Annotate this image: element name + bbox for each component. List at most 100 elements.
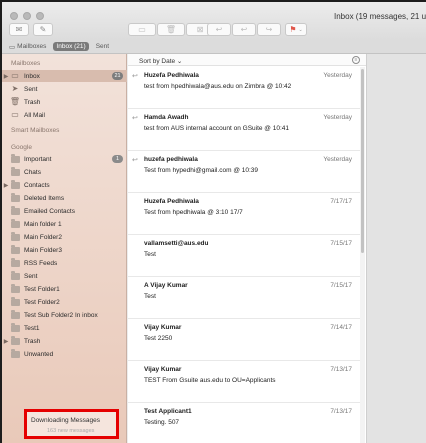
- sidebar-item-label: Unwanted: [24, 350, 54, 358]
- folder-icon: [10, 323, 20, 332]
- section-smart-mailboxes: Smart Mailboxes: [11, 127, 60, 134]
- message-sender: vallamsetti@aus.edu: [144, 240, 209, 247]
- sidebar-item-google-folder[interactable]: Main folder 1: [2, 218, 127, 230]
- favorite-inbox[interactable]: Inbox (21): [53, 42, 89, 51]
- sidebar-item-label: Main Folder2: [24, 233, 62, 241]
- message-list: Sort by Date ⌄ ≡ ↩ Huzefa Pedhiwala Yester…: [128, 54, 366, 443]
- favorite-mailboxes[interactable]: ▭ Mailboxes: [6, 42, 49, 52]
- unread-badge: 21: [112, 72, 123, 80]
- message-row[interactable]: ↩ Huzefa Pedhiwala Yesterday test from hped…: [128, 67, 360, 109]
- replied-icon: ↩: [132, 157, 138, 164]
- scrollbar-thumb[interactable]: [361, 69, 364, 253]
- sidebar-item-trash[interactable]: 🗑 Trash: [2, 96, 127, 108]
- sidebar-item-sent[interactable]: ➤ Sent: [2, 83, 127, 95]
- folder-icon: [10, 310, 20, 319]
- message-row[interactable]: Huzefa Pedhiwala 7/17/17 Test from hpedhiw…: [128, 193, 360, 235]
- message-subject: Test 2250: [144, 335, 173, 342]
- reply-icon: ↩: [215, 25, 223, 34]
- minimize-window-button[interactable]: [23, 12, 31, 20]
- disclosure-triangle-icon[interactable]: ▶: [2, 73, 10, 80]
- message-sender: Huzefa Pedhiwala: [144, 198, 199, 205]
- filter-icon[interactable]: ≡: [352, 56, 360, 64]
- delete-button[interactable]: 🗑: [157, 23, 185, 36]
- compose-icon: ✎: [39, 25, 47, 34]
- forward-button[interactable]: ↪: [257, 23, 281, 36]
- folder-icon: [10, 349, 20, 358]
- folder-icon: [10, 154, 20, 163]
- message-date: Yesterday: [323, 114, 352, 121]
- sidebar-item-google-folder[interactable]: Test1: [2, 322, 127, 334]
- zoom-window-button[interactable]: [36, 12, 44, 20]
- sidebar-item-label: Emailed Contacts: [24, 207, 75, 215]
- message-row[interactable]: vallamsetti@aus.edu 7/15/17 Test: [128, 235, 360, 277]
- message-subject: TEST From Gsuite aus.edu to OU=Applicant…: [144, 377, 276, 384]
- activity-title: Downloading Messages: [31, 417, 101, 424]
- all-mail-icon: ▭: [11, 110, 19, 119]
- get-mail-icon: ✉: [15, 25, 23, 34]
- sidebar: Mailboxes ▶ ▭ Inbox 21 ➤ Sent 🗑 Trash ▭ …: [2, 54, 127, 443]
- inbox-icon: ▭: [11, 71, 19, 80]
- sidebar-item-google-folder[interactable]: Test Sub Folder2 In inbox: [2, 309, 127, 321]
- folder-icon: [10, 258, 20, 267]
- sidebar-item-inbox[interactable]: ▶ ▭ Inbox 21: [2, 70, 127, 82]
- get-mail-button[interactable]: ✉: [9, 23, 29, 36]
- archive-icon: ▭: [138, 25, 146, 34]
- chevron-down-icon: ⌄: [298, 26, 303, 33]
- message-row[interactable]: Vijay Kumar 7/13/17 TEST From Gsuite aus.e…: [128, 361, 360, 403]
- close-window-button[interactable]: [10, 12, 18, 20]
- sidebar-item-all-mail[interactable]: ▭ All Mail: [2, 109, 127, 121]
- message-subject: Testing. 507: [144, 419, 180, 426]
- activity-status[interactable]: Downloading Messages 163 new messages: [24, 409, 119, 439]
- archive-button[interactable]: ▭: [128, 23, 156, 36]
- disclosure-triangle-icon[interactable]: ▶: [2, 182, 10, 189]
- sidebar-item-label: Main Folder3: [24, 246, 62, 254]
- message-subject: test from AUS internal account on GSuite…: [144, 125, 289, 132]
- sidebar-item-label: Test Sub Folder2 In inbox: [24, 311, 98, 319]
- compose-button[interactable]: ✎: [33, 23, 53, 36]
- sidebar-item-label: Main folder 1: [24, 220, 62, 228]
- sent-icon: ➤: [11, 84, 19, 93]
- reply-all-button[interactable]: ↩: [232, 23, 256, 36]
- sidebar-item-google-folder[interactable]: ▶ Contacts: [2, 179, 127, 191]
- message-row[interactable]: A Vijay Kumar 7/15/17 Test: [128, 277, 360, 319]
- message-date: 7/14/17: [330, 324, 352, 331]
- sort-by-date-button[interactable]: Sort by Date ⌄: [139, 57, 182, 65]
- message-viewer: [366, 54, 426, 443]
- sidebar-item-google-folder[interactable]: Main Folder3: [2, 244, 127, 256]
- sort-bar: Sort by Date ⌄ ≡: [128, 54, 366, 66]
- message-date: Yesterday: [323, 72, 352, 79]
- sidebar-item-google-folder[interactable]: Test Folder1: [2, 283, 127, 295]
- message-list-scrollbar[interactable]: [360, 67, 365, 443]
- sidebar-item-google-folder[interactable]: Main Folder2: [2, 231, 127, 243]
- reply-button[interactable]: ↩: [207, 23, 231, 36]
- sidebar-item-google-folder[interactable]: Chats: [2, 166, 127, 178]
- folder-icon: [10, 297, 20, 306]
- disclosure-triangle-icon[interactable]: ▶: [2, 338, 10, 345]
- message-date: 7/15/17: [330, 240, 352, 247]
- sidebar-item-google-folder[interactable]: Deleted Items: [2, 192, 127, 204]
- flag-button[interactable]: ⚑ ⌄: [285, 23, 307, 36]
- trash-icon: 🗑: [9, 97, 21, 106]
- message-sender: Hamda Awadh: [144, 114, 189, 121]
- sidebar-item-google-folder[interactable]: Unwanted: [2, 348, 127, 360]
- message-sender: Test Applicant1: [144, 408, 192, 415]
- sidebar-item-google-folder[interactable]: ▶ Trash: [2, 335, 127, 347]
- forward-icon: ↪: [265, 25, 273, 34]
- message-row[interactable]: ↩ huzefa pedhiwala Yesterday Test from hype…: [128, 151, 360, 193]
- favorite-sent[interactable]: Sent: [93, 42, 112, 51]
- message-row[interactable]: ↩ Hamda Awadh Yesterday test from AUS inter…: [128, 109, 360, 151]
- folder-icon: [10, 284, 20, 293]
- message-date: 7/13/17: [330, 366, 352, 373]
- sidebar-item-google-folder[interactable]: Test Folder2: [2, 296, 127, 308]
- delete-icon: 🗑: [165, 25, 177, 34]
- message-row[interactable]: Test Applicant1 7/13/17 Testing. 507: [128, 403, 360, 443]
- sidebar-item-label: Chats: [24, 168, 41, 176]
- message-subject: test from hpedhiwala@aus.edu on Zimbra @…: [144, 83, 292, 90]
- sidebar-item-google-folder[interactable]: Emailed Contacts: [2, 205, 127, 217]
- sidebar-item-google-folder[interactable]: Sent: [2, 270, 127, 282]
- sidebar-item-label: Sent: [24, 272, 38, 280]
- message-row[interactable]: Vijay Kumar 7/14/17 Test 2250: [128, 319, 360, 361]
- toolbar: ✉ ✎ ▭ 🗑 ⊠ ↩ ↩ ↪ ⚑ ⌄ Inbox (19 messages, …: [2, 2, 426, 40]
- sidebar-item-google-folder[interactable]: Important 1: [2, 153, 127, 165]
- sidebar-item-google-folder[interactable]: RSS Feeds: [2, 257, 127, 269]
